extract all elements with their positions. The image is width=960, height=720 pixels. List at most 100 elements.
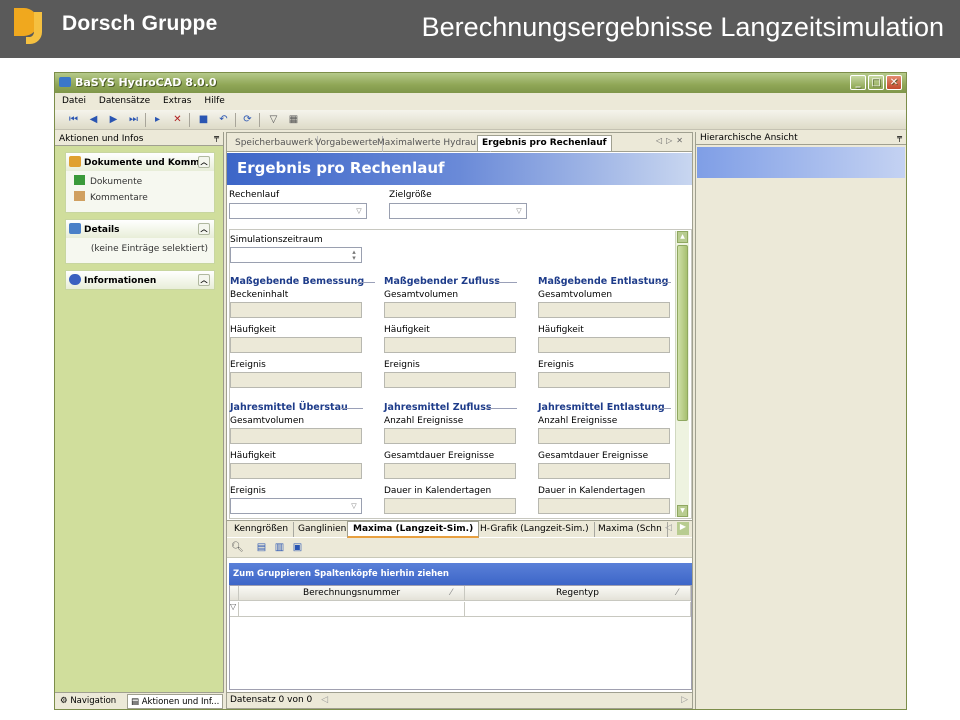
column-header-label: Berechnungsnummer [302,588,401,598]
copy-icon[interactable]: ▣ [291,541,304,554]
tab-vorgabewerte[interactable]: Vorgabewerte [311,136,383,152]
menu-extras[interactable]: Extras [163,96,191,106]
next-record-icon[interactable]: ▶ [107,113,120,126]
new-record-icon[interactable]: ▸ [151,113,164,126]
documents-icon [74,175,85,185]
section-rule [355,282,375,283]
maximize-button[interactable]: □ [868,75,884,90]
documents-group-header[interactable]: Dokumente und Komme ︿ [66,153,214,171]
filter-icon[interactable]: ▽ [267,113,280,126]
details-group-header[interactable]: Details ︿ [66,220,214,238]
close-button[interactable]: ✕ [886,75,902,90]
section-title: Maßgebende Bemessung [230,276,365,287]
scroll-up-icon[interactable]: ▲ [677,231,688,243]
grid-view-icon[interactable]: ▦ [287,113,300,126]
ereignis-combo[interactable]: ▽ [230,498,362,514]
left-pane-tabs: ⚙ Navigation ▤ Aktionen und Inf... [55,692,224,709]
collapse-chevron-icon[interactable]: ︿ [198,156,210,168]
zielgroesse-combo[interactable]: ▽ [389,203,527,219]
actions-pane-header: Aktionen und Infos ╤ [55,132,223,146]
readonly-field [230,463,362,479]
toolbar-separator [189,113,190,127]
toolbar-separator [235,113,236,127]
spinner-arrows-icon[interactable]: ▴ ▾ [348,249,360,262]
readonly-field [230,372,362,388]
logo-text: Dorsch Gruppe [62,12,218,35]
scroll-thumb[interactable] [677,245,688,421]
filter-cell-berechnungsnummer[interactable] [239,602,465,617]
window-titlebar[interactable]: BaSYS HydroCAD 8.0.0 _ □ ✕ [55,73,906,93]
refresh-icon[interactable]: ⟳ [241,113,254,126]
readonly-field [384,302,516,318]
minimize-button[interactable]: _ [850,75,866,90]
save-icon[interactable]: ■ [197,113,210,126]
rechenlauf-combo[interactable]: ▽ [229,203,367,219]
print-icon[interactable]: ▥ [273,541,286,554]
tab-scroll-left-icon[interactable]: ◁ [665,523,672,533]
menu-datei[interactable]: Datei [62,96,86,106]
hscroll-right-icon[interactable]: ▷ [681,695,688,705]
field-label: Gesamtdauer Ereignisse [538,451,649,461]
readonly-field [538,372,670,388]
scroll-down-icon[interactable]: ▼ [677,505,688,517]
collapse-chevron-icon[interactable]: ︿ [198,274,210,286]
field-label: Gesamtvolumen [538,290,613,300]
tab-ganglinien[interactable]: Ganglinien [293,522,353,537]
readonly-field [384,498,516,514]
tab-actions[interactable]: ▤ Aktionen und Inf... [127,694,224,709]
export-icon[interactable]: ▤ [255,541,268,554]
comments-link[interactable]: Kommentare [74,191,208,207]
app-icon [59,77,71,87]
chevron-down-icon[interactable]: ▽ [348,500,360,512]
field-label: Häufigkeit [230,325,276,335]
grid-toolbar: 🔍︎ ▤ ▥ ▣ [227,538,692,558]
collapse-chevron-icon[interactable]: ︿ [198,223,210,235]
vertical-scrollbar[interactable]: ▲ ▼ [675,231,689,517]
pin-icon[interactable]: ╤ [214,133,219,142]
information-group-header[interactable]: Informationen ︿ [66,271,214,289]
undo-icon[interactable]: ↶ [217,113,230,126]
delete-record-icon[interactable]: ✕ [171,113,184,126]
tab-speicherbauwerk[interactable]: Speicherbauwerk [231,136,319,152]
tab-maxima-schn[interactable]: Maxima (Schn [593,522,668,537]
record-status-text: Datensatz 0 von 0 [230,695,313,705]
details-empty-text: (keine Einträge selektiert) [90,244,208,254]
documents-link[interactable]: Dokumente [74,175,208,191]
first-record-icon[interactable]: ⏮ [67,113,80,126]
hscroll-left-icon[interactable]: ◁ [321,695,328,705]
field-label: Gesamtvolumen [230,416,305,426]
menu-datensaetze[interactable]: Datensätze [99,96,150,106]
pin-icon[interactable]: ╤ [897,133,902,142]
chevron-down-icon[interactable]: ▽ [353,205,365,217]
actions-pane: Aktionen und Infos ╤ Dokumente und Komme… [55,132,224,709]
group-by-area[interactable]: Zum Gruppieren Spaltenköpfe hierhin zieh… [229,563,692,585]
column-header-label: Regentyp [556,588,599,598]
column-header-regentyp[interactable]: Regentyp ⁄ [465,586,691,601]
chevron-down-icon[interactable]: ▽ [513,205,525,217]
section-rule [341,408,363,409]
tab-navigation[interactable]: ⚙ Navigation [57,694,119,709]
menu-hilfe[interactable]: Hilfe [204,96,224,106]
hierarchy-pane-header: Hierarchische Ansicht ╤ [696,132,906,145]
tab-scroll-right-icon[interactable]: ▶ [677,522,689,535]
last-record-icon[interactable]: ⏭ [127,113,140,126]
tab-kenngroessen[interactable]: Kenngrößen [229,522,295,537]
tab-maxima-langzeit[interactable]: Maxima (Langzeit-Sim.) [347,521,480,538]
simzeitraum-spinner[interactable]: ▴ ▾ [230,247,362,263]
tab-ergebnis-pro-rechenlauf[interactable]: Ergebnis pro Rechenlauf [477,135,612,151]
information-group-title: Informationen [84,276,157,286]
information-group: Informationen ︿ [65,270,215,290]
preview-icon[interactable]: 🔍︎ [231,541,244,554]
filter-cell-regentyp[interactable] [465,602,691,617]
form-heading: Ergebnis pro Rechenlauf [227,153,692,185]
tab-scroll-close-icons[interactable]: ◁▷✕ [656,136,687,145]
field-label: Dauer in Kalendertagen [538,486,646,496]
tab-h-grafik[interactable]: H-Grafik (Langzeit-Sim.) [475,522,595,537]
column-header-berechnungsnummer[interactable]: Berechnungsnummer ⁄ [239,586,465,601]
toolbar-separator [259,113,260,127]
hierarchy-tree[interactable] [697,147,905,178]
tab-maximalwerte-hydraulik[interactable]: Maximalwerte Hydraulik [373,136,492,152]
filter-row-icon[interactable]: ▽ [230,602,239,617]
previous-record-icon[interactable]: ◀ [87,113,100,126]
documents-group-icon [69,156,81,167]
